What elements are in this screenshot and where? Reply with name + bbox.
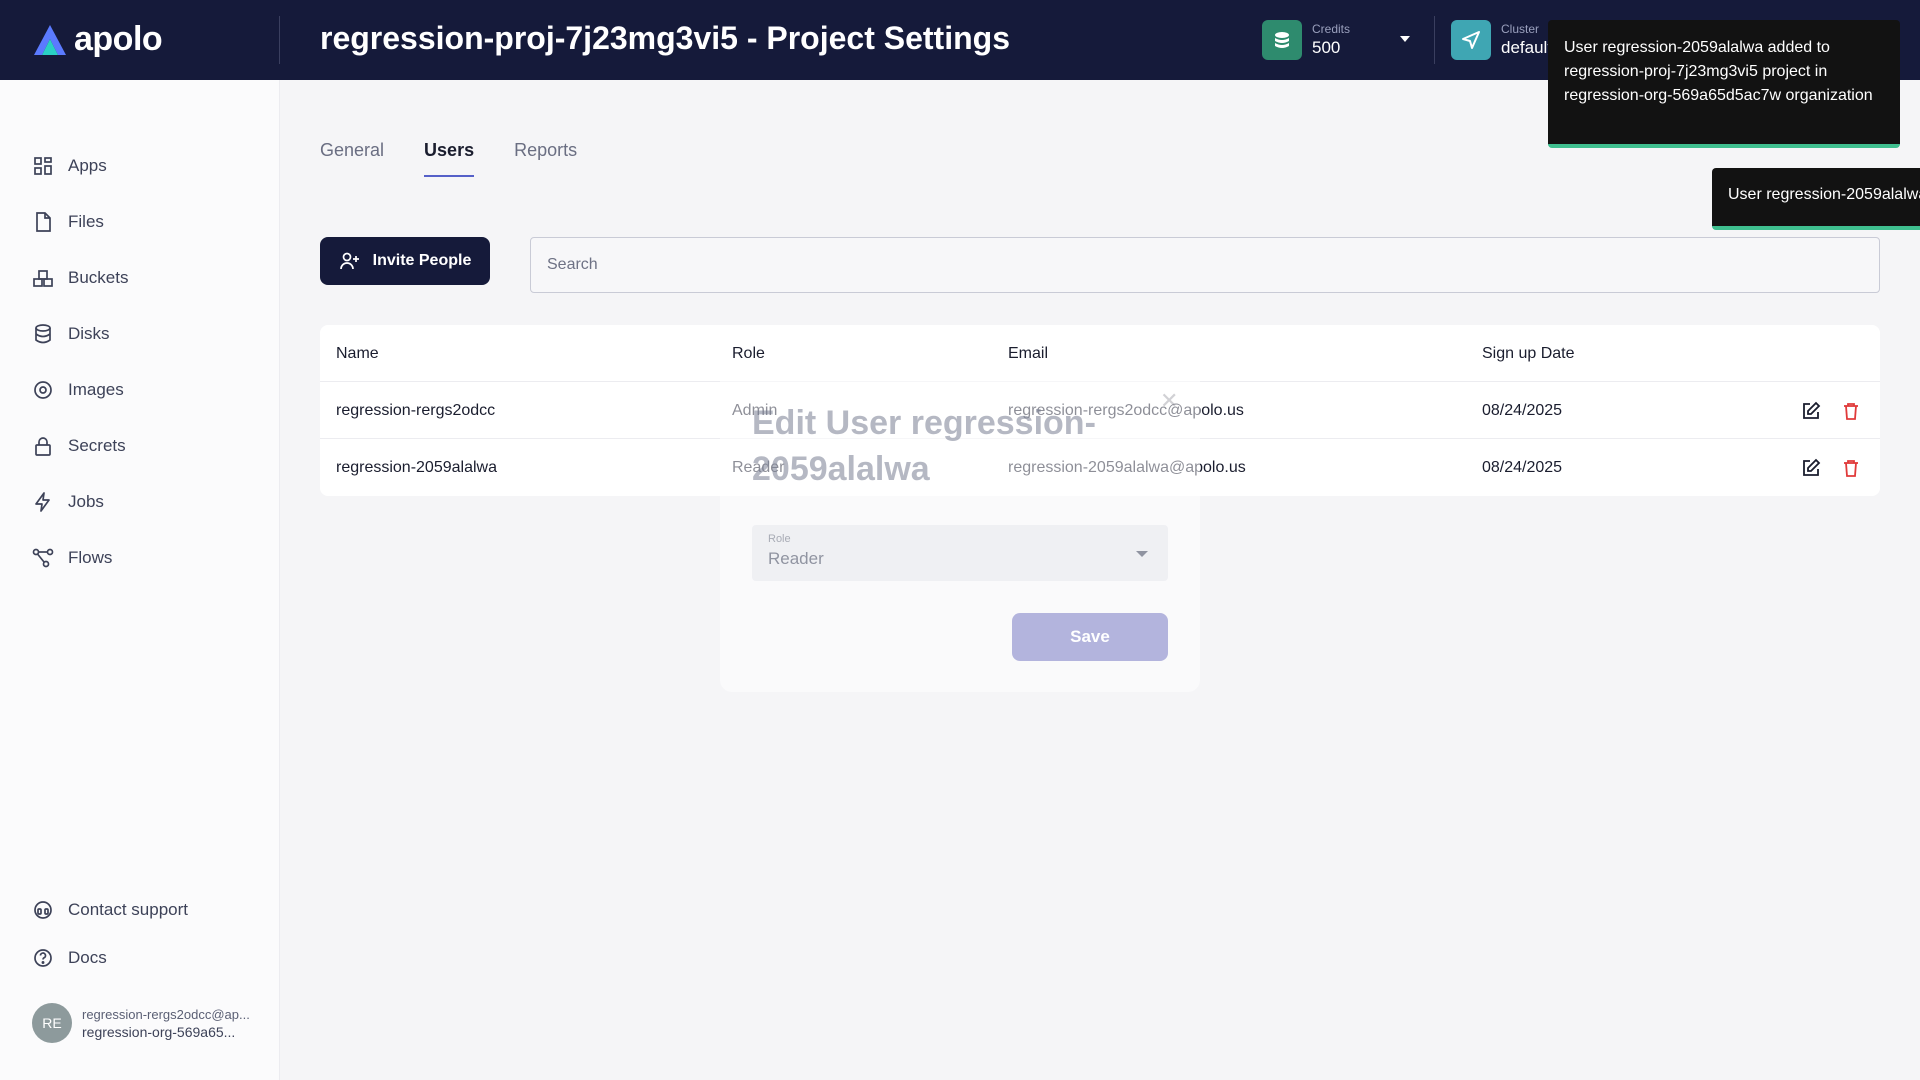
save-button[interactable]: Save (1012, 613, 1168, 661)
sidebar-item-label: Flows (68, 548, 113, 567)
tab-reports[interactable]: Reports (514, 140, 577, 177)
sidebar-item-label: Files (68, 212, 104, 231)
sidebar-item-label: Apps (68, 156, 107, 175)
sidebar-item-disks[interactable]: Disks (32, 320, 110, 348)
toast-message: User regression-2059alalwa (1728, 186, 1920, 203)
coins-icon (1262, 20, 1302, 60)
column-header-name[interactable]: Name (336, 325, 379, 382)
sidebar-item-buckets[interactable]: Buckets (32, 264, 128, 292)
sidebar-item-images[interactable]: Images (32, 376, 124, 404)
sidebar-item-jobs[interactable]: Jobs (32, 488, 104, 516)
lock-icon (35, 437, 51, 456)
credits-value: 500 (1312, 38, 1341, 57)
add-user-icon (339, 252, 359, 270)
role-select-label: Role (768, 533, 791, 545)
credits-label: Credits (1312, 22, 1351, 36)
modal-title: Edit User regression-2059alalwa (752, 404, 1096, 488)
user-name-cell: regression-2059alalwa (336, 458, 497, 476)
toast-notification[interactable]: User regression-2059alalwa added to regr… (1548, 20, 1900, 148)
sidebar: Apps Files Buckets Disks Images Secrets … (0, 80, 280, 1080)
trash-icon (1844, 459, 1858, 477)
sidebar-item-secrets[interactable]: Secrets (32, 432, 126, 460)
column-header-signup-date[interactable]: Sign up Date (1482, 325, 1575, 382)
sidebar-item-label: Jobs (68, 492, 104, 511)
logo-text: apolo (74, 20, 163, 58)
user-email: regression-rergs2odcc@ap... (82, 1006, 250, 1022)
invite-people-label: Invite People (372, 252, 472, 269)
role-select[interactable]: Role Reader (752, 525, 1168, 581)
file-icon (36, 212, 51, 232)
user-org: regression-org-569a65... (82, 1023, 236, 1040)
tab-general[interactable]: General (320, 140, 384, 177)
edit-icon (1803, 458, 1821, 476)
sidebar-item-contact-support[interactable]: Contact support (32, 896, 188, 924)
sidebar-item-label: Buckets (68, 268, 129, 287)
delete-user-button[interactable] (1840, 382, 1862, 439)
sidebar-item-docs[interactable]: Docs (32, 944, 107, 972)
delete-user-button[interactable] (1840, 439, 1862, 496)
header-divider (279, 16, 280, 64)
edit-user-modal: ✕ Edit User regression-2059alalwa Role R… (720, 370, 1200, 692)
sidebar-item-files[interactable]: Files (32, 208, 104, 236)
search-input[interactable] (530, 237, 1880, 293)
toast-message: User regression-2059alalwa added to regr… (1564, 39, 1873, 104)
close-icon[interactable]: ✕ (1160, 388, 1178, 414)
user-profile[interactable]: RE regression-rergs2odcc@ap... regressio… (32, 1003, 250, 1043)
image-icon (34, 381, 52, 399)
user-date-cell: 08/24/2025 (1482, 401, 1563, 419)
headset-icon (34, 901, 52, 919)
chevron-down-icon[interactable] (1400, 36, 1410, 42)
edit-user-button[interactable] (1800, 382, 1822, 439)
user-name-cell: regression-rergs2odcc (336, 401, 496, 419)
cluster-selector[interactable]: Cluster default (1451, 20, 1552, 60)
page-title: regression-proj-7j23mg3vi5 - Project Set… (320, 20, 1010, 56)
header-divider (1434, 16, 1435, 64)
sidebar-item-label: Docs (68, 948, 107, 967)
apolo-logo[interactable]: apolo (32, 20, 163, 59)
cluster-value: default (1501, 38, 1553, 57)
bucket-icon (33, 270, 53, 287)
help-icon (34, 949, 52, 967)
send-icon (1451, 20, 1491, 60)
settings-tabs: General Users Reports (320, 140, 577, 177)
flow-icon (32, 548, 54, 568)
sidebar-item-label: Contact support (68, 900, 189, 919)
invite-people-button[interactable]: Invite People (320, 237, 490, 285)
user-date-cell: 08/24/2025 (1482, 458, 1563, 476)
role-select-value: Reader (768, 549, 824, 568)
cluster-label: Cluster (1501, 22, 1540, 36)
trash-icon (1844, 402, 1858, 420)
sidebar-item-label: Secrets (68, 436, 126, 455)
chevron-down-icon (1136, 551, 1148, 557)
toast-notification[interactable]: User regression-2059alalwa (1712, 168, 1920, 230)
sidebar-item-apps[interactable]: Apps (32, 152, 107, 180)
credits-selector[interactable]: Credits 500 (1262, 20, 1350, 60)
sidebar-item-label: Disks (68, 324, 110, 343)
sidebar-item-label: Images (68, 380, 124, 399)
lightning-icon (35, 492, 50, 512)
sidebar-item-flows[interactable]: Flows (32, 544, 112, 572)
tab-users[interactable]: Users (424, 140, 475, 177)
disk-icon (35, 324, 51, 344)
avatar: RE (32, 1003, 72, 1043)
apolo-logo-icon (34, 24, 66, 55)
edit-icon (1803, 401, 1821, 419)
apps-icon (34, 157, 52, 175)
edit-user-button[interactable] (1800, 439, 1822, 496)
